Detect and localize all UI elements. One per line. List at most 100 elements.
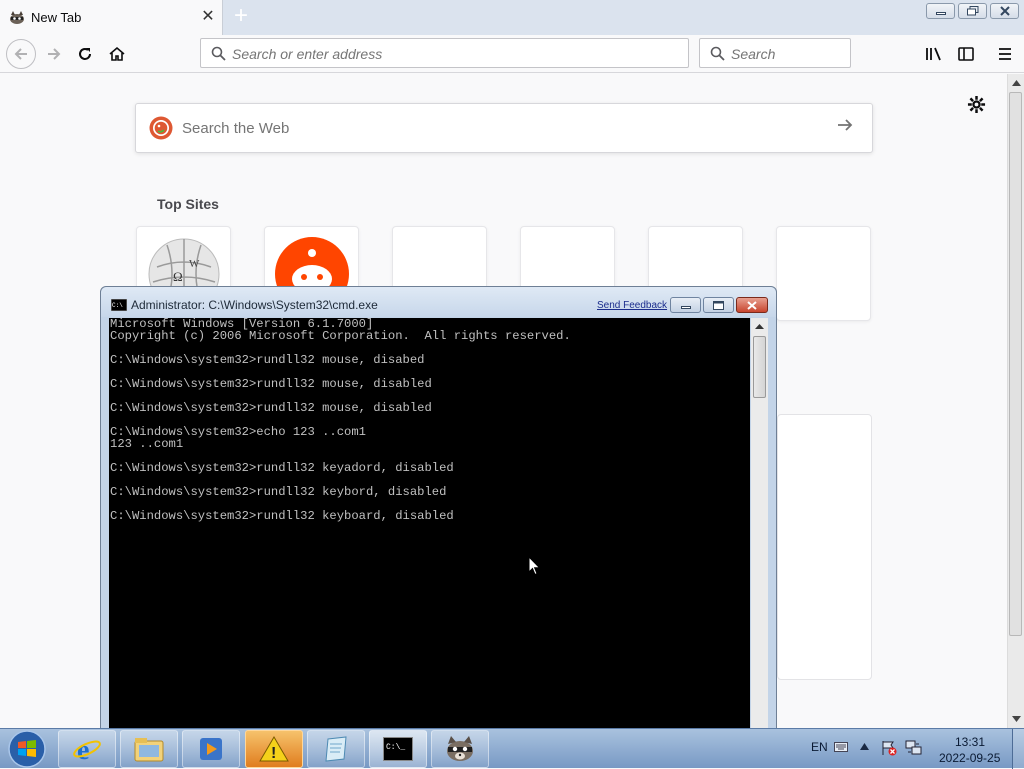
cmd-output-line: C:\Windows\system32>rundll32 mouse, disa… [110,377,432,391]
sidebar-icon [958,47,974,61]
search-icon [710,46,725,61]
back-button[interactable] [6,39,36,69]
svg-text:Ω: Ω [173,269,183,284]
ie-icon: e [73,735,101,764]
clock-time[interactable]: 13:31 [955,735,985,749]
close-icon [747,300,757,310]
send-feedback-link[interactable]: Send Feedback [597,300,667,311]
cmd-output-line: C:\Windows\system32>rundll32 keyboard, d… [110,509,454,523]
cmd-output-line: C:\Windows\system32>echo 123 ..com1 [110,425,366,439]
page-scrollbar-thumb[interactable] [1009,92,1022,636]
search-icon [211,46,226,61]
tab-close-icon[interactable]: ✕ [198,6,218,28]
reload-icon [79,48,91,60]
url-input[interactable] [232,46,672,62]
close-icon [999,6,1010,16]
media-player-icon [200,738,222,760]
library-icon [926,47,941,61]
svg-text:C:\_: C:\_ [386,743,405,752]
restore-button[interactable] [958,3,987,19]
language-indicator[interactable]: EN [811,740,828,754]
cmd-output-line: C:\Windows\system32>rundll32 mouse, disa… [110,401,432,415]
taskbar-item-raccoon[interactable] [431,730,489,768]
svg-text:e: e [77,735,89,764]
windows-taskbar: e ! C:\_ EN 13:31 2022-09-25 [0,728,1024,769]
windows-start-orb-icon [8,730,46,768]
reload-button[interactable] [71,40,99,68]
cmd-icon: C:\_ [383,737,413,761]
highlight-card[interactable] [777,414,872,680]
tab-new-tab[interactable]: New Tab ✕ [0,0,223,35]
svg-text:C:\: C:\ [112,302,123,309]
settings-gear-icon[interactable] [967,95,986,114]
maximize-icon [713,300,724,310]
arrow-right-icon[interactable] [836,116,854,134]
scroll-up-icon[interactable] [755,324,764,329]
close-window-button[interactable] [990,3,1019,19]
taskbar-item-explorer[interactable] [120,730,178,768]
back-arrow-icon [14,48,27,60]
cmd-output-line: Copyright (c) 2006 Microsoft Corporation… [110,329,571,343]
explorer-icon [134,738,164,762]
sidebar-button[interactable] [952,40,980,68]
cmd-output-line: 123 ..com1 [110,437,184,451]
taskbar-item-warning[interactable]: ! [245,730,303,768]
cmd-maximize-button[interactable] [703,297,734,313]
taskbar-item-media-player[interactable] [182,730,240,768]
minimize-icon [935,12,946,15]
new-tab-button[interactable]: + [229,4,253,30]
show-hidden-icons-icon[interactable] [860,743,869,750]
network-icon[interactable] [905,739,923,757]
cmd-window-icon: C:\ [111,299,127,311]
cmd-output-line: C:\Windows\system32>rundll32 mouse, disa… [110,353,425,367]
search-bar[interactable] [699,38,851,68]
scroll-up-icon[interactable] [1012,80,1021,86]
taskbar-item-notepad[interactable] [307,730,365,768]
restore-icon [966,6,978,16]
cmd-output-line: C:\Windows\system32>rundll32 keyadord, d… [110,461,454,475]
forward-arrow-icon [48,48,61,60]
start-button[interactable] [4,729,50,769]
notepad-icon [325,736,347,762]
cmd-window-title: Administrator: C:\Windows\System32\cmd.e… [131,298,378,312]
cmd-output-lines: Microsoft Windows [Version 6.1.7000] Copy… [110,318,748,522]
tab-title: New Tab [31,10,82,25]
cmd-minimize-button[interactable] [670,297,701,313]
mouse-cursor-icon [528,556,541,576]
minimize-icon [680,305,691,309]
minimize-button[interactable] [926,3,955,19]
cmd-output-line: C:\Windows\system32>rundll32 keybord, di… [110,485,447,499]
home-button[interactable] [103,40,131,68]
cmd-window[interactable]: C:\ Administrator: C:\Windows\System32\c… [100,286,777,746]
cmd-scrollbar-thumb[interactable] [753,336,766,398]
raccoon-favicon-icon [10,11,24,24]
library-button[interactable] [920,40,948,68]
web-search-input[interactable] [182,120,802,137]
tab-bar: New Tab ✕ + [0,0,1024,35]
show-desktop-button[interactable] [1012,729,1024,769]
cmd-title-bar[interactable]: C:\ Administrator: C:\Windows\System32\c… [101,287,776,317]
top-sites-heading: Top Sites [157,196,219,212]
raccoon-icon [447,736,473,761]
taskbar-item-cmd[interactable]: C:\_ [369,730,427,768]
navigation-toolbar [0,35,1024,73]
svg-text:!: ! [271,745,276,762]
web-search-box[interactable] [135,103,873,153]
svg-text:W: W [189,258,200,270]
action-center-flag-icon[interactable] [881,740,897,756]
search-input[interactable] [731,46,841,62]
clock-date[interactable]: 2022-09-25 [939,751,1000,765]
keyboard-icon[interactable] [834,742,848,752]
warning-icon: ! [259,736,289,762]
forward-button[interactable] [40,40,68,68]
home-icon [109,46,125,61]
duckduckgo-icon [149,116,173,140]
taskbar-item-ie[interactable]: e [58,730,116,768]
menu-button[interactable] [991,40,1019,68]
scroll-down-icon[interactable] [1012,716,1021,722]
cmd-console-output[interactable]: Microsoft Windows [Version 6.1.7000] Copy… [109,318,750,728]
cmd-close-button[interactable] [736,297,768,313]
hamburger-menu-icon [999,48,1011,60]
url-bar[interactable] [200,38,689,68]
top-site-tile-empty[interactable] [776,226,871,321]
